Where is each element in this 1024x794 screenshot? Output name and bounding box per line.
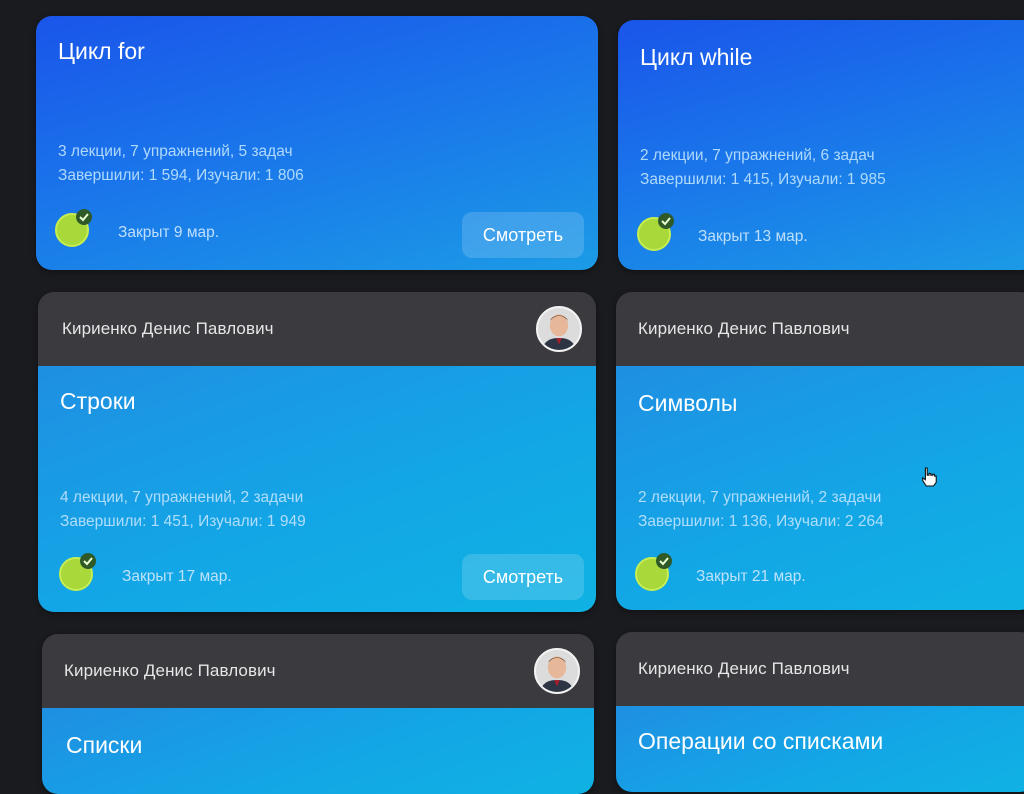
- lesson-card-list-operations[interactable]: Кириенко Денис Павлович Операции со спис…: [616, 632, 1024, 792]
- closed-date: Закрыт 17 мар.: [122, 568, 232, 585]
- meta-counts: 4 лекции, 7 упражнений, 2 задачи: [60, 489, 304, 506]
- card-body: Символы 2 лекции, 7 упражнений, 2 задачи…: [616, 366, 1024, 610]
- lesson-card-lists[interactable]: Кириенко Денис Павлович Списки: [42, 634, 594, 794]
- card-meta: 4 лекции, 7 упражнений, 2 задачи Заверши…: [60, 486, 306, 534]
- meta-stats: Завершили: 1 594, Изучали: 1 806: [58, 167, 304, 184]
- meta-stats: Завершили: 1 415, Изучали: 1 985: [640, 171, 886, 188]
- author-name: Кириенко Денис Павлович: [638, 319, 850, 338]
- card-body: Цикл while 2 лекции, 7 упражнений, 6 зад…: [618, 20, 1024, 270]
- closed-date: Закрыт 21 мар.: [696, 568, 806, 585]
- card-meta: 2 лекции, 7 упражнений, 2 задачи Заверши…: [638, 486, 884, 534]
- card-body: Строки 4 лекции, 7 упражнений, 2 задачи …: [38, 366, 596, 612]
- card-author-header: Кириенко Денис Павлович: [616, 292, 1024, 366]
- completed-check-badge-icon: [59, 553, 96, 591]
- card-author-header: Кириенко Денис Павлович: [38, 292, 596, 366]
- closed-date: Закрыт 13 мар.: [698, 228, 808, 245]
- meta-counts: 3 лекции, 7 упражнений, 5 задач: [58, 143, 293, 160]
- completed-check-badge-icon: [637, 213, 674, 251]
- card-body: Цикл for 3 лекции, 7 упражнений, 5 задач…: [36, 16, 598, 270]
- author-avatar: [534, 648, 580, 694]
- meta-counts: 2 лекции, 7 упражнений, 2 задачи: [638, 489, 882, 506]
- lesson-card-symbols[interactable]: Кириенко Денис Павлович Символы 2 лекции…: [616, 292, 1024, 610]
- card-title: Цикл while: [640, 44, 753, 70]
- card-title: Цикл for: [58, 38, 145, 64]
- author-avatar: [536, 306, 582, 352]
- closed-date: Закрыт 9 мар.: [118, 224, 220, 241]
- hand-pointer-icon: [922, 467, 937, 487]
- meta-stats: Завершили: 1 136, Изучали: 2 264: [638, 513, 884, 530]
- view-button[interactable]: Смотреть: [462, 212, 584, 258]
- card-title: Операции со списками: [638, 728, 884, 754]
- completed-check-badge-icon: [635, 553, 672, 591]
- card-body: Списки: [42, 708, 594, 794]
- author-name: Кириенко Денис Павлович: [64, 661, 276, 680]
- card-title: Строки: [60, 388, 136, 414]
- author-name: Кириенко Денис Павлович: [62, 319, 274, 338]
- card-meta: 3 лекции, 7 упражнений, 5 задач Завершил…: [58, 140, 304, 188]
- lesson-card-for[interactable]: Цикл for 3 лекции, 7 упражнений, 5 задач…: [36, 16, 598, 270]
- lesson-card-while[interactable]: Цикл while 2 лекции, 7 упражнений, 6 зад…: [618, 20, 1024, 270]
- card-body: Операции со списками: [616, 706, 1024, 792]
- lesson-card-strings[interactable]: Кириенко Денис Павлович Строки 4 лекции,…: [38, 292, 596, 612]
- card-author-header: Кириенко Денис Павлович: [42, 634, 594, 708]
- completed-check-badge-icon: [55, 209, 92, 247]
- meta-stats: Завершили: 1 451, Изучали: 1 949: [60, 513, 306, 530]
- card-title: Списки: [66, 732, 143, 758]
- card-title: Символы: [638, 390, 738, 416]
- view-button[interactable]: Смотреть: [462, 554, 584, 600]
- meta-counts: 2 лекции, 7 упражнений, 6 задач: [640, 147, 875, 164]
- card-meta: 2 лекции, 7 упражнений, 6 задач Завершил…: [640, 144, 886, 192]
- card-author-header: Кириенко Денис Павлович: [616, 632, 1024, 706]
- author-name: Кириенко Денис Павлович: [638, 659, 850, 678]
